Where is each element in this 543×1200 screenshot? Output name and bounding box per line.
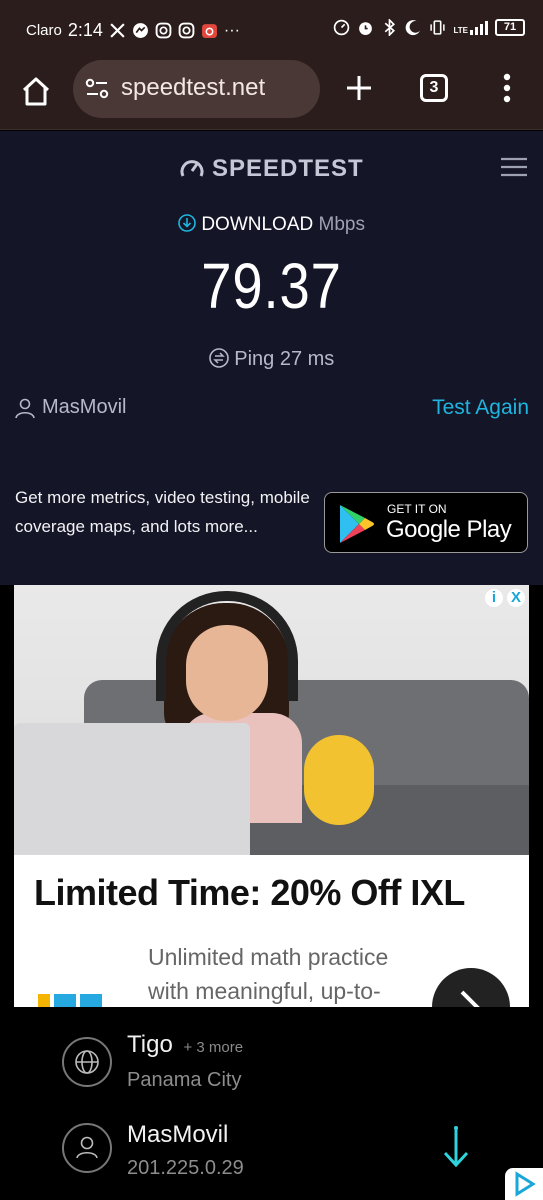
battery-icon: 71 bbox=[495, 19, 525, 36]
status-bar-left: Claro 2:14 ··· bbox=[26, 20, 240, 41]
clock: 2:14 bbox=[67, 20, 103, 40]
google-play-big-text: Google Play bbox=[386, 516, 512, 543]
ping-unit: ms bbox=[307, 348, 335, 370]
person-icon bbox=[62, 1123, 112, 1173]
bluetooth-icon bbox=[385, 19, 396, 36]
network-type-label: LTE bbox=[453, 25, 468, 35]
gauge-icon bbox=[180, 160, 204, 177]
app-promo-text: Get more metrics, video testing, mobile … bbox=[15, 488, 310, 536]
site-settings-icon[interactable] bbox=[85, 78, 109, 100]
ad-image-laptop bbox=[14, 723, 250, 855]
server-list: Tigo + 3 more Panama City MasMovil 201.2… bbox=[0, 1007, 543, 1200]
url-bar[interactable]: speedtest.net bbox=[73, 60, 320, 118]
ping-icon bbox=[208, 348, 229, 368]
server-location: Panama City bbox=[127, 1069, 242, 1091]
ping-label: Ping bbox=[234, 348, 275, 370]
alarm-icon bbox=[359, 22, 373, 35]
ad-image[interactable] bbox=[14, 585, 529, 855]
ad-next-button[interactable] bbox=[432, 968, 510, 1007]
ad-close-icon[interactable]: X bbox=[507, 589, 525, 607]
download-speed-value: 79.37 bbox=[201, 250, 342, 322]
download-label: DOWNLOAD Mbps bbox=[0, 214, 543, 236]
instagram-icon-2 bbox=[178, 22, 195, 39]
url-text: speedtest.net bbox=[121, 74, 266, 101]
ping-value: 27 bbox=[279, 348, 303, 370]
test-again-link[interactable]: Test Again bbox=[432, 396, 529, 420]
new-tab-icon[interactable] bbox=[343, 70, 375, 106]
server-name: Tigo + 3 more bbox=[127, 1031, 243, 1059]
ad-choices[interactable]: i X bbox=[485, 589, 525, 607]
ip-address: 201.225.0.29 bbox=[127, 1157, 244, 1179]
vibrate-icon bbox=[430, 20, 446, 35]
more-servers-count[interactable]: + 3 more bbox=[183, 1039, 243, 1056]
list-item[interactable]: MasMovil 201.225.0.29 bbox=[0, 1117, 543, 1200]
speedometer-icon bbox=[334, 19, 350, 36]
ad-description: Unlimited math practice with meaningful,… bbox=[148, 944, 389, 1004]
ad-image-headphones bbox=[156, 591, 298, 701]
ad-title[interactable]: Limited Time: 20% Off IXL bbox=[34, 872, 465, 914]
arrow-icon bbox=[460, 990, 480, 1007]
more-options-icon[interactable] bbox=[497, 72, 517, 104]
list-item[interactable]: Tigo + 3 more Panama City bbox=[0, 1027, 543, 1112]
download-circle-icon bbox=[178, 214, 196, 232]
browser-toolbar: speedtest.net 3 bbox=[0, 60, 543, 130]
home-icon[interactable] bbox=[16, 72, 56, 112]
x-app-icon bbox=[110, 23, 125, 38]
globe-icon bbox=[62, 1037, 112, 1087]
instagram-icon bbox=[155, 22, 172, 39]
speedtest-panel: SPEEDTEST DOWNLOAD Mbps 79.37 Ping 27 ms… bbox=[0, 131, 543, 585]
carrier-label: Claro bbox=[26, 22, 62, 39]
ad-info-icon[interactable]: i bbox=[485, 589, 503, 607]
isp-name: MasMovil bbox=[42, 396, 127, 418]
moon-icon bbox=[406, 20, 421, 36]
status-bar: Claro 2:14 ··· LTE 71 bbox=[0, 0, 543, 60]
google-play-small-text: GET IT ON bbox=[387, 502, 447, 516]
hamburger-menu-icon[interactable] bbox=[500, 157, 528, 177]
ixl-logo bbox=[38, 994, 102, 1007]
download-arrow-icon bbox=[443, 1126, 469, 1168]
ad-image-pillow bbox=[304, 735, 374, 825]
speedtest-logo-text: SPEEDTEST bbox=[212, 155, 364, 182]
more-notifications-icon: ··· bbox=[223, 21, 240, 39]
status-bar-right: LTE 71 bbox=[333, 19, 525, 36]
google-play-badge[interactable]: GET IT ON Google Play bbox=[324, 492, 528, 553]
play-triangle-icon bbox=[515, 1171, 536, 1197]
signal-icon: LTE bbox=[453, 20, 488, 35]
ad-corner-logo[interactable] bbox=[505, 1168, 543, 1200]
server-name-text: Tigo bbox=[127, 1031, 173, 1058]
download-unit: Mbps bbox=[318, 214, 365, 235]
isp-info: MasMovil bbox=[14, 396, 126, 419]
speedtest-logo[interactable]: SPEEDTEST bbox=[178, 155, 364, 183]
provider-name: MasMovil bbox=[127, 1121, 229, 1148]
ping-readout: Ping 27 ms bbox=[0, 348, 543, 371]
google-play-icon bbox=[340, 505, 374, 543]
tab-switcher-button[interactable]: 3 bbox=[420, 74, 448, 102]
app-notification-icon bbox=[201, 24, 217, 38]
advertisement[interactable]: i X Limited Time: 20% Off IXL Unlimited … bbox=[14, 585, 529, 1007]
download-title: DOWNLOAD bbox=[201, 214, 314, 235]
user-icon bbox=[15, 398, 35, 418]
messenger-icon bbox=[132, 23, 148, 38]
